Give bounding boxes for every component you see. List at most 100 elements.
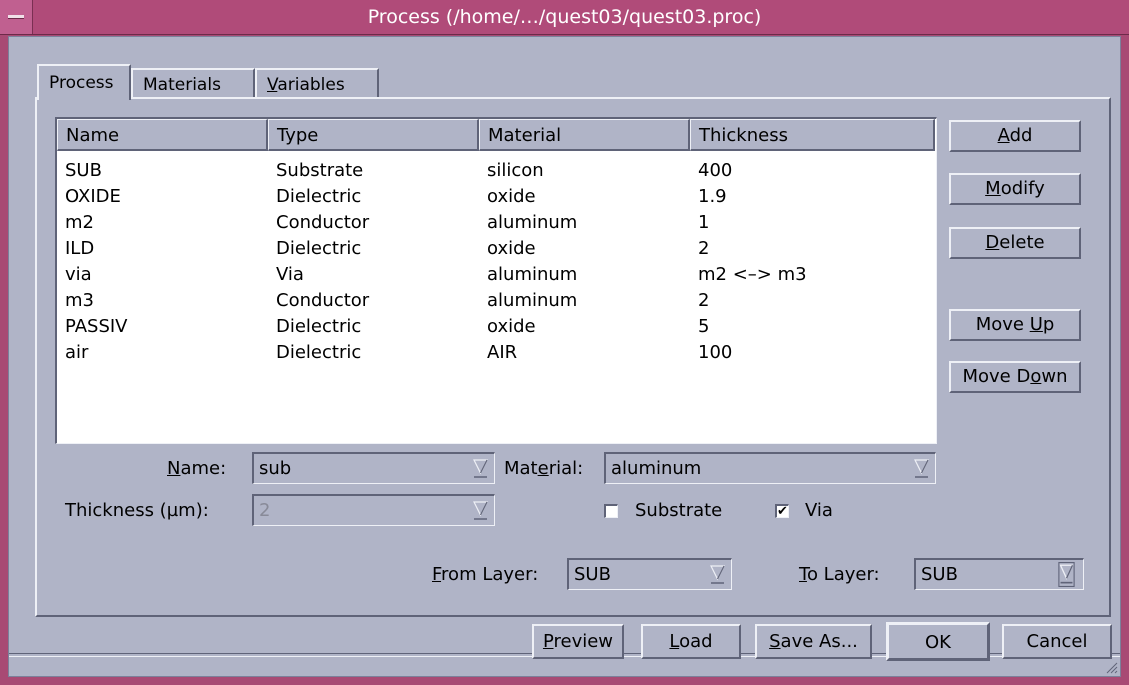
name-combo[interactable]: sub: [252, 452, 495, 484]
tab-materials[interactable]: Materials: [131, 68, 255, 98]
add-mnemonic: A: [997, 125, 1010, 146]
table-cell-thickness: m2 <–> m3: [698, 264, 807, 285]
add-button[interactable]: Add: [949, 120, 1081, 152]
table-cell-thickness: 1: [698, 212, 710, 233]
load-button[interactable]: Load: [641, 624, 741, 659]
tab-variables-label-post: ariables: [277, 75, 345, 95]
to-layer-label: To Layer:: [799, 564, 880, 585]
modify-button[interactable]: Modify: [949, 173, 1081, 205]
ok-button[interactable]: OK: [886, 622, 990, 661]
name-label-post: ame:: [180, 458, 227, 479]
window-frame: Process (/home/…/quest03/quest03.proc) P…: [0, 0, 1129, 685]
column-header-type[interactable]: Type: [268, 119, 479, 151]
name-mnemonic: N: [167, 458, 181, 479]
thickness-dropdown-arrow-icon[interactable]: [473, 499, 488, 522]
delete-button[interactable]: Delete: [949, 227, 1081, 259]
load-label-post: oad: [679, 631, 713, 652]
load-mnemonic: L: [669, 631, 680, 652]
to-layer-value: SUB: [921, 564, 958, 585]
from-layer-combo[interactable]: SUB: [567, 558, 732, 590]
tab-variables[interactable]: Variables: [255, 68, 379, 98]
tab-process[interactable]: Process: [37, 64, 131, 100]
column-header-material[interactable]: Material: [479, 119, 690, 151]
modify-label-post: odify: [1000, 178, 1045, 199]
substrate-label[interactable]: Substrate: [635, 500, 722, 521]
table-cell-thickness: 2: [698, 290, 710, 311]
table-row[interactable]: m2 Conductor aluminum 1: [57, 211, 936, 234]
material-label: Material:: [504, 458, 583, 479]
substrate-checkbox[interactable]: [604, 504, 618, 518]
table-cell-name: via: [65, 264, 92, 285]
table-cell-name: PASSIV: [65, 316, 128, 337]
table-row[interactable]: PASSIV Dielectric oxide 5: [57, 315, 936, 338]
via-checkbox[interactable]: ✔: [775, 504, 789, 518]
name-dropdown-arrow-icon[interactable]: [473, 457, 488, 480]
table-cell-name: m2: [65, 212, 94, 233]
tab-variables-mnemonic: V: [267, 75, 278, 95]
name-label: Name:: [167, 458, 226, 479]
preview-label-post: review: [553, 631, 614, 652]
delete-mnemonic: D: [985, 232, 1000, 253]
table-cell-material: aluminum: [487, 290, 578, 311]
table-cell-material: AIR: [487, 342, 518, 363]
table-cell-type: Dielectric: [276, 186, 362, 207]
save-as-mnemonic: S: [769, 631, 781, 652]
from-layer-dropdown-arrow-icon[interactable]: [710, 563, 725, 586]
table-cell-material: oxide: [487, 186, 536, 207]
resize-grip-icon[interactable]: [1104, 660, 1118, 674]
window-title: Process (/home/…/quest03/quest03.proc): [367, 6, 762, 28]
tab-process-label: Process: [49, 73, 114, 93]
move-up-button[interactable]: Move Up: [949, 309, 1081, 341]
table-cell-material: oxide: [487, 316, 536, 337]
table-cell-thickness: 400: [698, 160, 733, 181]
from-layer-mnemonic: F: [432, 564, 442, 585]
via-label[interactable]: Via: [805, 500, 833, 521]
table-cell-type: Dielectric: [276, 238, 362, 259]
dialog-client: Process Materials Variables Name Type Ma…: [8, 36, 1121, 677]
table-cell-type: Via: [276, 264, 304, 285]
to-layer-combo[interactable]: SUB: [914, 558, 1084, 590]
move-up-label-post: p: [1042, 314, 1055, 335]
table-cell-material: aluminum: [487, 212, 578, 233]
column-header-name[interactable]: Name: [57, 119, 268, 151]
move-up-label-pre: Move: [975, 314, 1030, 335]
move-down-mnemonic: o: [1030, 366, 1042, 387]
save-as-button[interactable]: Save As...: [755, 624, 872, 659]
modify-mnemonic: M: [985, 178, 1001, 199]
from-layer-label: From Layer:: [432, 564, 538, 585]
table-row[interactable]: OXIDE Dielectric oxide 1.9: [57, 185, 936, 208]
from-layer-label-post: rom Layer:: [441, 564, 539, 585]
thickness-combo[interactable]: 2: [252, 494, 495, 526]
column-header-thickness[interactable]: Thickness: [690, 119, 935, 151]
table-cell-type: Conductor: [276, 212, 370, 233]
save-as-label-post: ave As...: [780, 631, 858, 652]
add-label-post: dd: [1009, 125, 1033, 146]
preview-button[interactable]: Preview: [532, 624, 624, 659]
table-row[interactable]: air Dielectric AIR 100: [57, 341, 936, 364]
table-cell-type: Dielectric: [276, 316, 362, 337]
layer-table[interactable]: Name Type Material Thickness SUB Substrat…: [55, 117, 937, 444]
material-value: aluminum: [611, 458, 702, 479]
tab-materials-label: Materials: [143, 75, 221, 95]
move-up-mnemonic: U: [1029, 314, 1043, 335]
table-row[interactable]: via Via aluminum m2 <–> m3: [57, 263, 936, 286]
from-layer-value: SUB: [574, 564, 611, 585]
tab-panel-process: Name Type Material Thickness SUB Substrat…: [35, 97, 1111, 617]
table-row[interactable]: ILD Dielectric oxide 2: [57, 237, 936, 260]
table-row[interactable]: m3 Conductor aluminum 2: [57, 289, 936, 312]
table-cell-material: oxide: [487, 238, 536, 259]
preview-mnemonic: P: [542, 631, 554, 652]
move-down-button[interactable]: Move Down: [949, 361, 1081, 393]
table-cell-name: SUB: [65, 160, 102, 181]
table-cell-material: silicon: [487, 160, 544, 181]
material-dropdown-arrow-icon[interactable]: [914, 457, 929, 480]
to-layer-dropdown-arrow-icon[interactable]: [1058, 562, 1075, 587]
title-bar[interactable]: Process (/home/…/quest03/quest03.proc): [0, 0, 1129, 35]
table-row[interactable]: SUB Substrate silicon 400: [57, 159, 936, 182]
cancel-button[interactable]: Cancel: [1002, 624, 1112, 659]
table-cell-thickness: 100: [698, 342, 733, 363]
table-cell-type: Substrate: [276, 160, 364, 181]
table-cell-type: Conductor: [276, 290, 370, 311]
table-cell-name: ILD: [65, 238, 95, 259]
material-combo[interactable]: aluminum: [604, 452, 936, 484]
